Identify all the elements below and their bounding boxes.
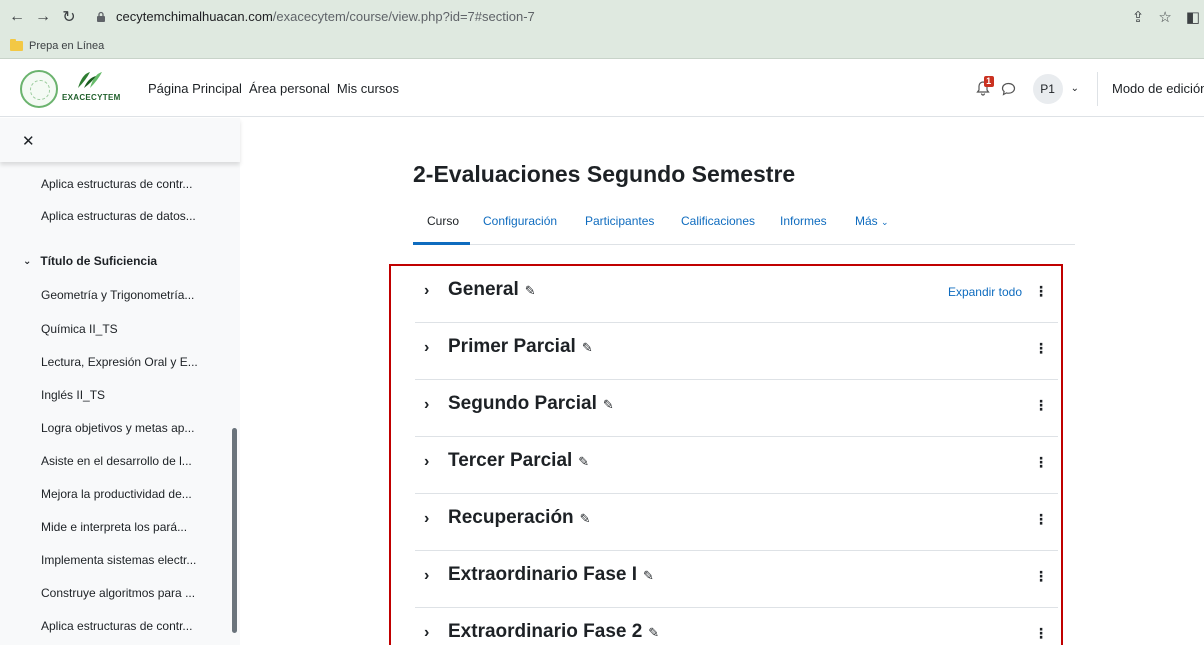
course-tabs: Curso Configuración Participantes Califi… bbox=[413, 205, 1075, 245]
pencil-icon[interactable]: ✎ bbox=[582, 340, 593, 356]
kebab-menu-icon[interactable]: ⋮ bbox=[1034, 283, 1048, 300]
section-title[interactable]: Recuperación bbox=[448, 507, 574, 528]
section-title[interactable]: Extraordinario Fase 2 bbox=[448, 621, 642, 642]
address-bar[interactable]: cecytemchimalhuacan.com/exacecytem/cours… bbox=[92, 4, 1180, 29]
kebab-menu-icon[interactable]: ⋮ bbox=[1034, 511, 1048, 528]
reload-icon[interactable]: ↻ bbox=[56, 4, 82, 30]
course-index-item[interactable]: Mejora la productividad de... bbox=[41, 487, 192, 501]
navbar-divider bbox=[1097, 71, 1098, 106]
chevron-right-icon[interactable]: › bbox=[424, 339, 429, 357]
chevron-right-icon[interactable]: › bbox=[424, 453, 429, 471]
bookmark-folder[interactable]: Prepa en Línea bbox=[29, 40, 104, 52]
chat-icon bbox=[1002, 82, 1016, 96]
pencil-icon[interactable]: ✎ bbox=[525, 283, 536, 299]
chevron-right-icon[interactable]: › bbox=[424, 624, 429, 642]
tab-grades[interactable]: Calificaciones bbox=[681, 214, 755, 228]
nav-home[interactable]: Página Principal bbox=[148, 81, 242, 96]
edit-mode-toggle[interactable]: Modo de edición bbox=[1112, 81, 1204, 96]
tab-reports[interactable]: Informes bbox=[780, 214, 827, 228]
course-section[interactable]: › Segundo Parcial ✎ ⋮ bbox=[415, 380, 1058, 437]
section-title[interactable]: Segundo Parcial bbox=[448, 393, 597, 414]
chevron-right-icon[interactable]: › bbox=[424, 510, 429, 528]
pencil-icon[interactable]: ✎ bbox=[578, 454, 589, 470]
notification-badge: 1 bbox=[983, 75, 994, 87]
share-icon[interactable]: ⇪ bbox=[1132, 8, 1145, 26]
course-index-section-title: Título de Suficiencia bbox=[40, 254, 158, 268]
kebab-menu-icon[interactable]: ⋮ bbox=[1034, 397, 1048, 414]
pencil-icon[interactable]: ✎ bbox=[648, 625, 659, 641]
course-index-item[interactable]: Asiste en el desarrollo de l... bbox=[41, 454, 192, 468]
tab-more-label: Más bbox=[855, 214, 878, 228]
course-section[interactable]: › Tercer Parcial ✎ ⋮ bbox=[415, 437, 1058, 494]
course-index-section[interactable]: ⌄ Título de Suficiencia bbox=[23, 254, 157, 268]
messages-button[interactable] bbox=[999, 79, 1019, 99]
leaf-logo-icon bbox=[78, 72, 102, 88]
section-title[interactable]: Primer Parcial bbox=[448, 336, 576, 357]
course-section[interactable]: › Extraordinario Fase 2 ✎ ⋮ bbox=[415, 608, 1058, 665]
kebab-menu-icon[interactable]: ⋮ bbox=[1034, 568, 1048, 585]
course-index-item[interactable]: Aplica estructuras de contr... bbox=[41, 619, 192, 633]
nav-my-courses[interactable]: Mis cursos bbox=[337, 81, 399, 96]
bookmarks-bar: Prepa en Línea bbox=[0, 33, 1204, 59]
kebab-menu-icon[interactable]: ⋮ bbox=[1034, 454, 1048, 471]
drawer-header: ✕ bbox=[0, 118, 240, 162]
course-index-item[interactable]: Construye algoritmos para ... bbox=[41, 586, 195, 600]
section-title[interactable]: Extraordinario Fase I bbox=[448, 564, 637, 585]
course-index-item[interactable]: Geometría y Trigonometría... bbox=[41, 288, 194, 302]
folder-icon bbox=[10, 38, 23, 51]
chevron-down-icon: ⌄ bbox=[881, 217, 889, 227]
tab-participants[interactable]: Participantes bbox=[585, 214, 654, 228]
forward-arrow-icon[interactable]: → bbox=[30, 4, 56, 30]
expand-all-link[interactable]: Expandir todo bbox=[948, 285, 1022, 299]
course-index-drawer: ✕ Aplica estructuras de contr... Aplica … bbox=[0, 118, 240, 645]
star-icon[interactable]: ☆ bbox=[1158, 8, 1171, 26]
course-sections-highlight: › General ✎ Expandir todo ⋮ › Primer Parc… bbox=[389, 264, 1063, 645]
section-title[interactable]: Tercer Parcial bbox=[448, 450, 572, 471]
course-index-item[interactable]: Química II_TS bbox=[41, 322, 118, 336]
side-panel-icon[interactable]: ◧ bbox=[1186, 8, 1200, 26]
url-host: cecytemchimalhuacan.com bbox=[116, 9, 273, 24]
course-section[interactable]: › Recuperación ✎ ⋮ bbox=[415, 494, 1058, 551]
course-index-item[interactable]: Lectura, Expresión Oral y E... bbox=[41, 355, 198, 369]
tab-settings[interactable]: Configuración bbox=[483, 214, 557, 228]
cecytem-seal-icon bbox=[20, 70, 58, 108]
course-index-item[interactable]: Logra objetivos y metas ap... bbox=[41, 421, 194, 435]
logo-text: EXACECYTEM bbox=[62, 93, 121, 102]
pencil-icon[interactable]: ✎ bbox=[603, 397, 614, 413]
drawer-scrollbar[interactable] bbox=[232, 428, 237, 633]
browser-toolbar: ← → ↻ cecytemchimalhuacan.com/exacecytem… bbox=[0, 0, 1204, 33]
chevron-right-icon[interactable]: › bbox=[424, 282, 429, 300]
close-icon[interactable]: ✕ bbox=[22, 132, 35, 150]
nav-dashboard[interactable]: Área personal bbox=[249, 81, 330, 96]
chevron-down-icon: ⌄ bbox=[23, 255, 32, 267]
pencil-icon[interactable]: ✎ bbox=[643, 568, 654, 584]
kebab-menu-icon[interactable]: ⋮ bbox=[1034, 625, 1048, 642]
chevron-right-icon[interactable]: › bbox=[424, 396, 429, 414]
course-index-item[interactable]: Aplica estructuras de contr... bbox=[41, 177, 192, 191]
course-section[interactable]: › Extraordinario Fase I ✎ ⋮ bbox=[415, 551, 1058, 608]
chevron-right-icon[interactable]: › bbox=[424, 567, 429, 585]
user-avatar[interactable]: P1 bbox=[1032, 73, 1063, 104]
back-arrow-icon[interactable]: ← bbox=[4, 4, 30, 30]
active-tab-indicator bbox=[413, 242, 470, 245]
lock-icon bbox=[96, 11, 108, 23]
page-title: 2-Evaluaciones Segundo Semestre bbox=[413, 161, 796, 187]
url-path: /exacecytem/course/view.php?id=7#section… bbox=[272, 9, 535, 24]
course-section[interactable]: › General ✎ Expandir todo ⋮ bbox=[415, 266, 1058, 323]
tab-course[interactable]: Curso bbox=[427, 214, 459, 228]
pencil-icon[interactable]: ✎ bbox=[580, 511, 591, 527]
tab-more[interactable]: Más ⌄ bbox=[855, 214, 889, 228]
notifications-button[interactable]: 1 bbox=[973, 75, 994, 99]
kebab-menu-icon[interactable]: ⋮ bbox=[1034, 340, 1048, 357]
course-index-item[interactable]: Implementa sistemas electr... bbox=[41, 553, 196, 567]
course-index-item[interactable]: Mide e interpreta los pará... bbox=[41, 520, 187, 534]
course-section[interactable]: › Primer Parcial ✎ ⋮ bbox=[415, 323, 1058, 380]
section-title[interactable]: General bbox=[448, 279, 519, 300]
site-logo[interactable]: EXACECYTEM bbox=[20, 66, 130, 110]
site-navbar: EXACECYTEM Página Principal Área persona… bbox=[0, 60, 1204, 117]
course-index-item[interactable]: Aplica estructuras de datos... bbox=[41, 209, 196, 223]
chevron-down-icon[interactable]: ⌄ bbox=[1071, 83, 1079, 94]
course-index-item[interactable]: Inglés II_TS bbox=[41, 388, 105, 402]
